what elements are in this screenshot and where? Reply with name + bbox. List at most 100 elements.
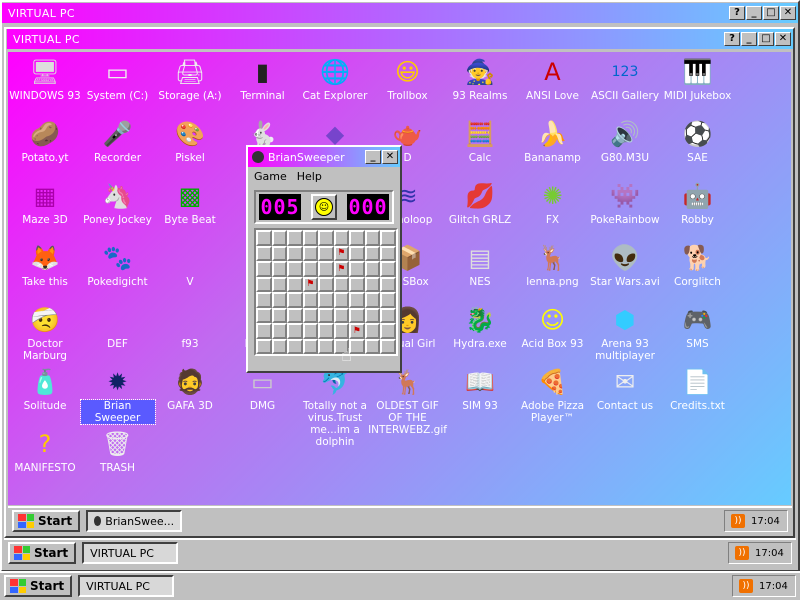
mine-cell[interactable] (287, 276, 303, 292)
mine-cell[interactable] (318, 323, 334, 339)
mine-cell[interactable] (302, 292, 318, 308)
outer-close-button[interactable]: ✕ (780, 6, 796, 20)
rss-icon[interactable]: )) (735, 546, 749, 560)
mine-cell[interactable] (380, 245, 396, 261)
mine-cell[interactable] (256, 261, 272, 277)
mine-cell[interactable] (364, 292, 380, 308)
desktop-icon-nes[interactable]: ▤ NES (443, 242, 517, 288)
mine-cell[interactable] (333, 323, 349, 339)
mine-cell[interactable] (256, 276, 272, 292)
desktop-icon-v[interactable]: V (153, 242, 227, 288)
mine-cell[interactable] (333, 230, 349, 246)
desktop-icon-storage-a[interactable]: 🖨 Storage (A:) (153, 56, 227, 102)
desktop-icon-pokerainbow[interactable]: 👾 PokeRainbow (588, 180, 662, 226)
mine-cell[interactable] (364, 245, 380, 261)
briansweeper-window[interactable]: BrianSweeper _ ✕ Game Help 005 ☺ 000 ⚑ ⚑ ⚑… (246, 145, 402, 373)
mine-cell[interactable] (380, 338, 396, 354)
rss-icon[interactable]: )) (731, 514, 745, 528)
mine-cell[interactable] (287, 292, 303, 308)
mine-cell[interactable] (349, 230, 365, 246)
mine-cell[interactable] (287, 245, 303, 261)
mine-cell[interactable] (364, 230, 380, 246)
inner-help-button[interactable]: ? (724, 32, 740, 46)
desktop-icon-f93[interactable]: f93 (153, 304, 227, 350)
mine-cell[interactable] (349, 276, 365, 292)
mine-cell[interactable] (333, 276, 349, 292)
mine-cell[interactable] (364, 261, 380, 277)
desktop-icon-acid-box[interactable]: ☺ Acid Box 93 (516, 304, 590, 350)
desktop-icon-dolphin[interactable]: 🐬 Totally not a virus.Trust me...im a dol… (298, 366, 372, 448)
menu-game[interactable]: Game (254, 170, 287, 183)
desktop-icon-midi-jukebox[interactable]: 🎹 MIDI Jukebox (661, 56, 735, 102)
desktop-icon-def[interactable]: DEF (81, 304, 155, 350)
mine-cell[interactable] (256, 230, 272, 246)
desktop-icon-ansi-love[interactable]: A ANSI Love (516, 56, 590, 102)
desktop-icon-manifesto[interactable]: ? MANIFESTO (8, 428, 82, 474)
outer-minimize-button[interactable]: _ (746, 6, 762, 20)
desktop-icon-sim-93[interactable]: 📖 SIM 93 (443, 366, 517, 412)
mine-cell[interactable] (256, 245, 272, 261)
desktop-icon-brian-sweeper[interactable]: ✹ Brian Sweeper (79, 366, 156, 425)
desktop-icon-glitch-grlz[interactable]: 💋 Glitch GRLZ (443, 180, 517, 226)
desktop-icon-terminal[interactable]: ▮ Terminal (226, 56, 300, 102)
desktop-icon-bananamp[interactable]: 🍌 Bananamp (516, 118, 590, 164)
desktop-icon-calc[interactable]: 🧮 Calc (443, 118, 517, 164)
outer-maximize-button[interactable]: □ (763, 6, 779, 20)
flag-icon[interactable]: ⚑ (333, 245, 349, 261)
mine-cell[interactable] (271, 261, 287, 277)
desktop-icon-solitude[interactable]: 🧴 Solitude (8, 366, 82, 412)
mine-cell[interactable] (333, 292, 349, 308)
task-briansweeper[interactable]: BrianSwee... (86, 510, 183, 532)
mine-cell[interactable] (302, 261, 318, 277)
desktop-icon-lenna[interactable]: 🦌 lenna.png (516, 242, 590, 288)
flag-icon[interactable]: ⚑ (302, 276, 318, 292)
rss-icon[interactable]: )) (739, 579, 753, 593)
desktop-icon-sae[interactable]: ⚽ SAE (661, 118, 735, 164)
desktop-icon-corglitch[interactable]: 🐕 Corglitch (661, 242, 735, 288)
inner-maximize-button[interactable]: □ (758, 32, 774, 46)
briansweeper-close-button[interactable]: ✕ (382, 150, 398, 164)
mine-cell[interactable] (302, 307, 318, 323)
mine-cell[interactable] (302, 323, 318, 339)
mine-cell[interactable] (318, 261, 334, 277)
desktop-icon-potato[interactable]: 🥔 Potato.yt (8, 118, 82, 164)
mine-cell[interactable] (287, 230, 303, 246)
mine-cell[interactable] (302, 245, 318, 261)
mine-cell[interactable] (271, 230, 287, 246)
mine-cell[interactable] (271, 307, 287, 323)
briansweeper-titlebar[interactable]: BrianSweeper _ ✕ (248, 147, 400, 167)
desktop-icon-recorder[interactable]: 🎤 Recorder (81, 118, 155, 164)
desktop-icon-93-realms[interactable]: 🧙 93 Realms (443, 56, 517, 102)
mine-cell[interactable] (318, 307, 334, 323)
desktop-icon-piskel[interactable]: 🎨 Piskel (153, 118, 227, 164)
mine-cell[interactable] (318, 245, 334, 261)
desktop-icon-hydra[interactable]: 🐉 Hydra.exe (443, 304, 517, 350)
desktop-icon-trash[interactable]: 🗑 TRASH (81, 428, 155, 474)
desktop-icon-byte-beat[interactable]: ▩ Byte Beat (153, 180, 227, 226)
mine-cell[interactable] (256, 338, 272, 354)
mine-cell[interactable] (333, 307, 349, 323)
task-virtual-pc[interactable]: VIRTUAL PC (82, 542, 179, 564)
desktop-icon-ascii-gallery[interactable]: 123 ASCII Gallery (588, 56, 662, 102)
desktop-icon-oldest-gif[interactable]: 🦌 OLDEST GIF OF THE INTERWEBZ.gif (368, 366, 447, 436)
desktop-icon-pokedigicht[interactable]: 🐾 Pokedigicht (81, 242, 155, 288)
briansweeper-minimize-button[interactable]: _ (365, 150, 381, 164)
desktop-icon-contact-us[interactable]: ✉ Contact us (588, 366, 662, 412)
start-button[interactable]: Start (12, 510, 81, 532)
desktop-icon-maze-3d[interactable]: ▦ Maze 3D (8, 180, 82, 226)
mine-cell[interactable] (271, 245, 287, 261)
mine-cell[interactable] (364, 338, 380, 354)
mine-cell[interactable] (271, 292, 287, 308)
mine-cell[interactable] (380, 292, 396, 308)
mine-cell[interactable] (349, 307, 365, 323)
mine-cell[interactable] (287, 338, 303, 354)
desktop-icon-trollbox[interactable]: 😃 Trollbox (371, 56, 445, 102)
mine-cell[interactable] (318, 276, 334, 292)
flag-icon[interactable]: ⚑ (333, 261, 349, 277)
mine-cell[interactable] (364, 323, 380, 339)
desktop-icon-poney-jockey[interactable]: 🦄 Poney Jockey (81, 180, 155, 226)
mine-cell[interactable] (271, 338, 287, 354)
mine-cell[interactable] (380, 307, 396, 323)
flag-icon[interactable]: ⚑ (349, 323, 365, 339)
outer-titlebar[interactable]: VIRTUAL PC ? _ □ ✕ (2, 3, 798, 23)
